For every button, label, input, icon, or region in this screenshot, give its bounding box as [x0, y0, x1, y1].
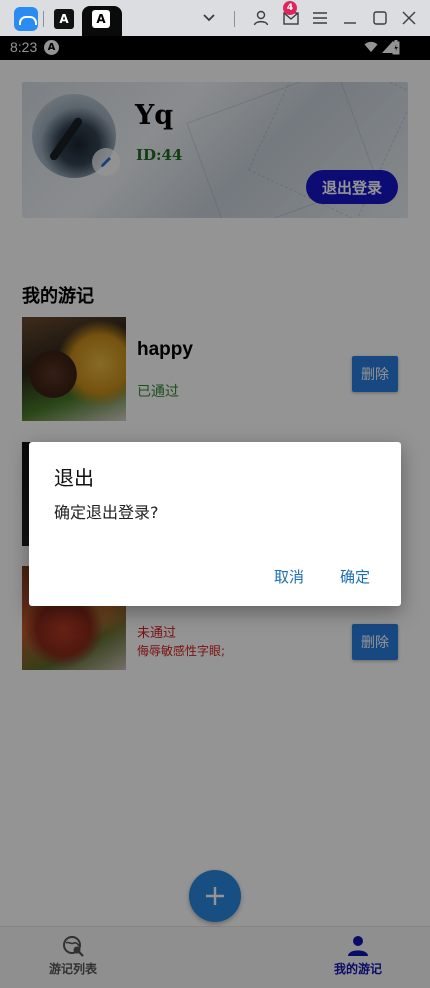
chevron-down-icon[interactable]	[199, 8, 219, 28]
toolbar-divider	[234, 11, 235, 27]
dialog-message: 确定退出登录?	[54, 503, 159, 522]
dialog-title: 退出	[54, 466, 94, 490]
tab-divider	[43, 11, 44, 27]
logout-confirm-dialog: 退出 确定退出登录? 取消 确定	[29, 442, 401, 606]
app-tab-icon[interactable]	[14, 7, 38, 31]
confirm-button[interactable]: 确定	[340, 566, 370, 587]
maximize-icon[interactable]	[370, 8, 390, 28]
app-tab-2[interactable]: A	[54, 9, 74, 29]
mail-badge: 4	[283, 1, 297, 15]
emulator-window-bar: A A 4	[0, 0, 430, 36]
cancel-button[interactable]: 取消	[274, 566, 304, 587]
app-tab-3-glyph: A	[96, 12, 106, 26]
minimize-icon[interactable]	[340, 8, 360, 28]
app-tab-3[interactable]: A	[92, 10, 110, 28]
user-icon[interactable]	[251, 8, 271, 28]
close-icon[interactable]	[399, 8, 419, 28]
menu-icon[interactable]	[310, 8, 330, 28]
app-tab-2-glyph: A	[59, 12, 69, 26]
